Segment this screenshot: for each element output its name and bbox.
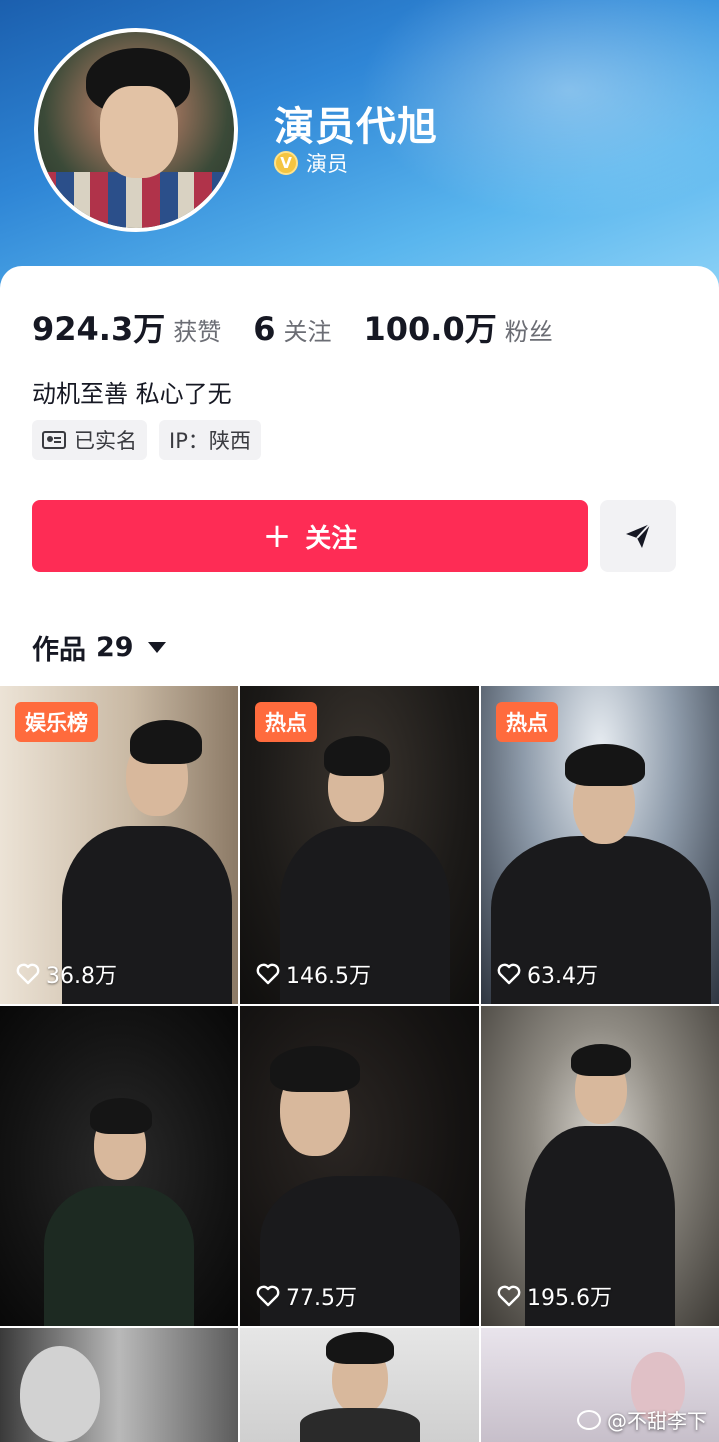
- tab-works-count: 29: [96, 632, 134, 663]
- tag-ip-location: IP：陕西: [159, 420, 261, 460]
- heart-icon: [256, 963, 280, 985]
- video-tile[interactable]: 195.6万: [481, 1006, 719, 1326]
- video-tile[interactable]: 77.5万: [240, 1006, 479, 1326]
- video-likes-count: 63.4万: [527, 964, 598, 989]
- tag-ip-label: IP：陕西: [169, 429, 251, 453]
- video-likes-count: 77.5万: [286, 1286, 357, 1311]
- weibo-icon: [577, 1409, 601, 1430]
- stat-likes-label: 获赞: [173, 318, 222, 346]
- share-button[interactable]: [600, 500, 676, 572]
- profile-tags: 已实名 IP：陕西: [32, 420, 261, 460]
- verified-v-icon: V: [274, 151, 298, 175]
- stat-likes[interactable]: 924.3万 获赞: [32, 304, 221, 350]
- video-tile[interactable]: [0, 1328, 238, 1442]
- video-likes: 77.5万: [256, 1280, 357, 1312]
- tag-real-name-label: 已实名: [74, 429, 137, 453]
- stat-followers-label: 粉丝: [504, 318, 553, 346]
- watermark-text: @不甜李下: [607, 1409, 707, 1433]
- verification-label: 演员: [306, 152, 348, 176]
- video-likes: 146.5万: [256, 958, 371, 990]
- heart-icon: [256, 1285, 280, 1307]
- follow-button[interactable]: + 关注: [32, 500, 588, 572]
- tag-real-name[interactable]: 已实名: [32, 420, 147, 460]
- plus-icon: +: [262, 516, 292, 556]
- video-likes-count: 36.8万: [46, 964, 117, 989]
- video-tile[interactable]: [0, 1006, 238, 1326]
- profile-name: 演员代旭: [274, 104, 438, 150]
- video-likes-count: 195.6万: [527, 1286, 612, 1311]
- stat-following-label: 关注: [283, 318, 332, 346]
- video-tile[interactable]: [240, 1328, 479, 1442]
- bio-text: 动机至善 私心了无: [32, 380, 232, 408]
- video-likes-count: 146.5万: [286, 964, 371, 989]
- tab-works[interactable]: 作品 29: [32, 628, 166, 667]
- stat-likes-value: 924.3万: [32, 310, 166, 348]
- video-likes: 36.8万: [16, 958, 117, 990]
- heart-icon: [497, 1285, 521, 1307]
- verification-row: V 演员: [274, 148, 348, 178]
- heart-icon: [16, 963, 40, 985]
- heart-icon: [497, 963, 521, 985]
- video-badge: 热点: [496, 702, 558, 742]
- stat-followers-value: 100.0万: [363, 310, 497, 348]
- video-likes: 63.4万: [497, 958, 598, 990]
- video-tile[interactable]: 热点 63.4万: [481, 686, 719, 1004]
- send-icon: [626, 523, 651, 548]
- stats-row: 924.3万 获赞 6 关注 100.0万 粉丝: [32, 304, 585, 350]
- video-badge: 热点: [255, 702, 317, 742]
- avatar[interactable]: [34, 28, 238, 232]
- video-likes: 195.6万: [497, 1280, 612, 1312]
- stat-followers[interactable]: 100.0万 粉丝: [364, 304, 553, 350]
- tab-works-label: 作品: [32, 635, 86, 666]
- follow-button-label: 关注: [305, 523, 358, 554]
- profile-card: 924.3万 获赞 6 关注 100.0万 粉丝 动机至善 私心了无 已实名 I…: [0, 266, 719, 1442]
- caret-down-icon: [147, 642, 166, 653]
- id-card-icon: [42, 431, 66, 449]
- stat-following[interactable]: 6 关注: [253, 310, 331, 348]
- stat-following-value: 6: [253, 310, 276, 348]
- video-tile[interactable]: 娱乐榜 36.8万: [0, 686, 238, 1004]
- video-badge: 娱乐榜: [15, 702, 98, 742]
- video-tile[interactable]: 热点 146.5万: [240, 686, 479, 1004]
- watermark: @不甜李下: [577, 1405, 707, 1434]
